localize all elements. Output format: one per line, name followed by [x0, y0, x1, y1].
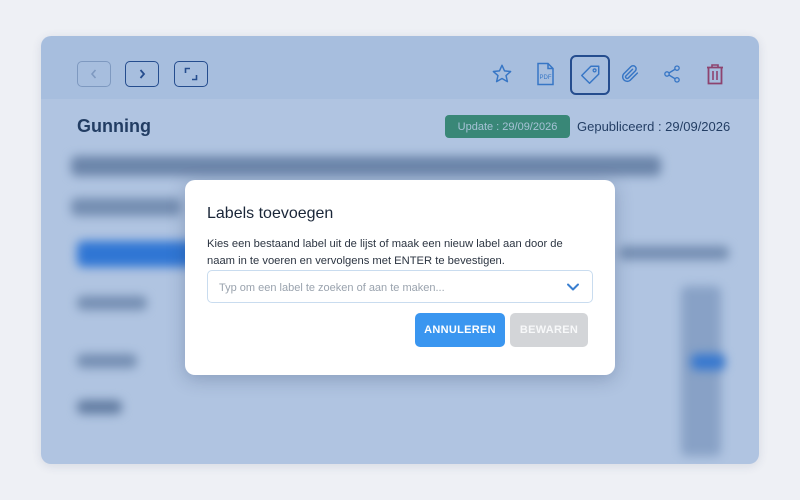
dialog-title: Labels toevoegen	[207, 205, 334, 222]
chevron-down-icon[interactable]	[566, 281, 580, 293]
cancel-button[interactable]: ANNULEREN	[415, 313, 505, 347]
save-button[interactable]: BEWAREN	[510, 313, 588, 347]
label-select[interactable]	[207, 270, 593, 303]
add-labels-dialog: Labels toevoegen Kies een bestaand label…	[185, 180, 615, 375]
dialog-description: Kies een bestaand label uit de lijst of …	[207, 238, 563, 267]
label-search-input[interactable]	[217, 278, 551, 298]
